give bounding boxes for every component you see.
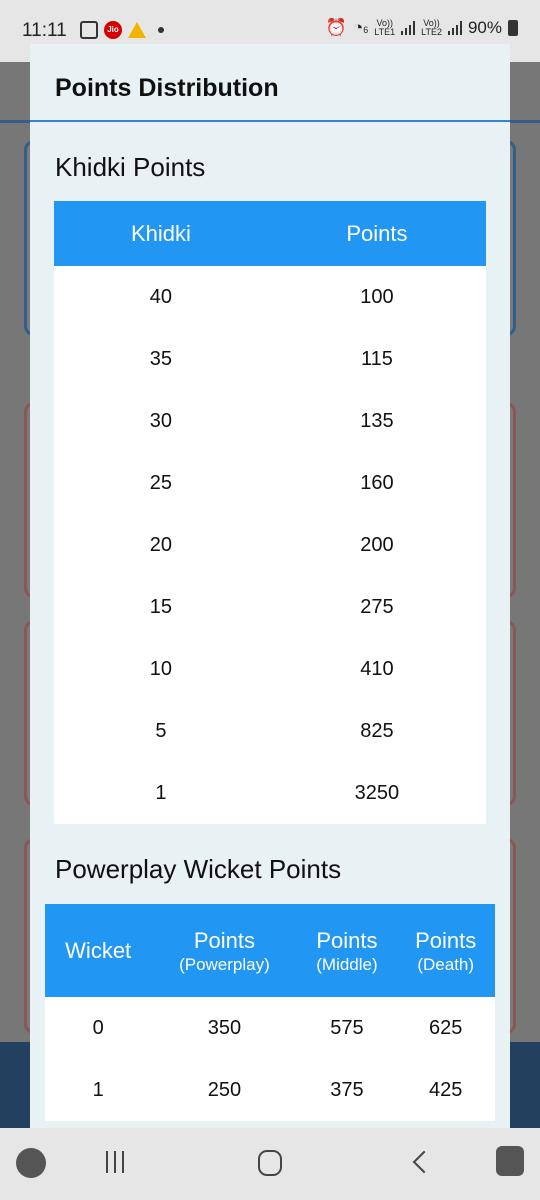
drive-icon [128, 22, 146, 38]
points-cell: 160 [360, 471, 394, 494]
khidki-cell: 20 [149, 533, 173, 556]
table-row: 35 115 [54, 328, 486, 390]
column-header-points-death: Points (Death) [396, 904, 495, 997]
table-row: 1 250 375 425 [45, 1059, 495, 1121]
death-points-cell: 625 [429, 1016, 463, 1039]
back-icon[interactable] [412, 1150, 436, 1174]
points-cell: 200 [360, 533, 394, 556]
powerplay-points-cell: 350 [207, 1016, 242, 1039]
column-header-points-powerplay: Points (Powerplay) [151, 904, 298, 997]
column-header-points-middle: Points (Middle) [297, 904, 397, 997]
khidki-points-table: Khidki Points 40 100 35 115 30 135 25 160 20… [54, 201, 486, 824]
battery-percent: 90% [467, 18, 502, 37]
table-header-row: Khidki Points [54, 201, 486, 266]
wifi-icon: ◔6 [352, 18, 369, 37]
table-header-row: Wicket Points (Powerplay) Points (Middle) … [45, 904, 495, 997]
table-row: 40 100 [54, 266, 486, 328]
points-cell: 100 [360, 285, 394, 308]
khidki-cell: 15 [149, 595, 173, 618]
points-cell: 825 [360, 719, 394, 742]
gallery-icon [80, 21, 98, 39]
notification-icons: Jio [80, 21, 164, 39]
signal-2-icon [447, 21, 462, 35]
table-row: 30 135 [54, 390, 486, 452]
wicket-cell: 0 [92, 1016, 104, 1039]
points-cell: 275 [360, 595, 394, 618]
volte2-indicator: Vo)) LTE2 [421, 18, 442, 37]
khidki-cell: 5 [155, 719, 167, 742]
khidki-cell: 40 [149, 285, 173, 308]
khidki-cell: 25 [149, 471, 173, 494]
assistant-icon[interactable] [496, 1146, 524, 1176]
points-distribution-dialog: Points Distribution Khidki Points Khidki… [30, 44, 510, 1128]
volte1-indicator: Vo)) LTE1 [374, 18, 396, 37]
khidki-cell: 35 [149, 347, 173, 370]
powerplay-wicket-points-title: Powerplay Wicket Points [55, 854, 342, 884]
table-row: 1 3250 [54, 762, 486, 824]
points-cell: 115 [360, 347, 393, 370]
column-header-points: Points [267, 201, 486, 266]
table-row: 15 275 [54, 576, 486, 638]
khidki-cell: 30 [149, 409, 173, 432]
table-row: 5 825 [54, 700, 486, 762]
middle-points-cell: 575 [330, 1016, 364, 1039]
game-launcher-icon[interactable] [16, 1148, 46, 1178]
battery-icon [508, 20, 518, 36]
home-icon[interactable] [258, 1150, 282, 1176]
points-cell: 135 [360, 409, 394, 432]
khidki-cell: 10 [149, 657, 173, 680]
column-header-khidki: Khidki [54, 201, 268, 266]
powerplay-points-cell: 250 [207, 1078, 242, 1101]
more-notifications-dot-icon [158, 27, 164, 33]
table-row: 10 410 [54, 638, 486, 700]
khidki-points-title: Khidki Points [55, 152, 206, 182]
middle-points-cell: 375 [330, 1078, 364, 1101]
table-row: 25 160 [54, 452, 486, 514]
table-row: 0 350 575 625 [45, 997, 495, 1059]
jio-icon: Jio [104, 21, 122, 39]
khidki-cell: 1 [155, 781, 167, 804]
status-time: 11:11 [22, 20, 67, 41]
death-points-cell: 425 [429, 1078, 463, 1101]
alarm-icon: ⏰ [325, 18, 347, 37]
dialog-header: Points Distribution [30, 44, 510, 122]
table-row: 20 200 [54, 514, 486, 576]
points-cell: 410 [360, 657, 394, 680]
dialog-title: Points Distribution [55, 74, 279, 102]
recent-apps-icon[interactable] [106, 1151, 124, 1173]
powerplay-wicket-points-table: Wicket Points (Powerplay) Points (Middle) … [45, 904, 495, 1121]
signal-1-icon [401, 21, 416, 35]
column-header-wicket: Wicket [45, 904, 152, 997]
system-icons: ⏰ ◔6 Vo)) LTE1 Vo)) LTE2 90% [326, 18, 518, 38]
wicket-cell: 1 [92, 1078, 104, 1101]
navigation-bar [0, 1128, 540, 1200]
points-cell: 3250 [354, 781, 400, 804]
